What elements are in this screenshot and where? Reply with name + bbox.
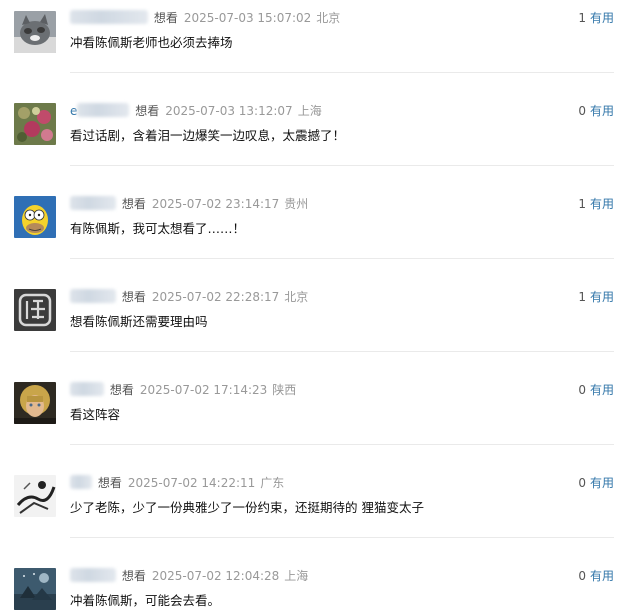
comment-meta: e 想看 2025-07-03 13:12:07 上海 [70, 102, 322, 120]
comment-meta: 想看 2025-07-02 22:28:17 北京 [70, 288, 308, 306]
comment-meta: 想看 2025-07-02 14:22:11 广东 [70, 474, 284, 492]
comment-text: 冲看陈佩斯老师也必须去捧场 [70, 35, 233, 50]
comment-time[interactable]: 2025-07-02 22:28:17 [152, 290, 279, 304]
vote-count: 0 [578, 569, 586, 583]
comment-text: 冲着陈佩斯，可能会去看。 [70, 593, 221, 608]
flowers-avatar-icon[interactable] [14, 103, 56, 145]
comment-text: 看这阵容 [70, 407, 121, 422]
vote-count: 1 [578, 11, 586, 25]
divider [70, 165, 614, 166]
comment-text: 有陈佩斯，我可太想看了……！ [70, 221, 246, 236]
comment-location: 北京 [316, 11, 341, 25]
username-blur [70, 568, 116, 582]
divider [70, 351, 614, 352]
divider [70, 258, 614, 259]
comment-location: 北京 [284, 290, 309, 304]
comment-location: 广东 [260, 476, 285, 490]
cat-avatar-icon[interactable] [14, 11, 56, 53]
vote-area: 0 有用 [578, 381, 614, 399]
useful-button[interactable]: 有用 [590, 476, 614, 490]
night-avatar-icon[interactable] [14, 568, 56, 610]
comment-text: 想看陈佩斯还需要理由吗 [70, 314, 208, 329]
comment-location: 贵州 [284, 197, 309, 211]
divider [70, 72, 614, 73]
comment-location: 上海 [297, 104, 322, 118]
username-blur [70, 289, 116, 303]
portrait-avatar-icon[interactable] [14, 382, 56, 424]
rating-label: 想看 [121, 569, 146, 583]
comment-text: 看过话剧，含着泪一边爆笑一边叹息，太震撼了！ [70, 128, 346, 143]
homer-avatar-icon[interactable] [14, 196, 56, 238]
vote-area: 1 有用 [578, 288, 614, 306]
useful-button[interactable]: 有用 [590, 11, 614, 25]
username-blur [70, 196, 116, 210]
rating-label: 想看 [121, 197, 146, 211]
useful-button[interactable]: 有用 [590, 569, 614, 583]
comment-text: 少了老陈，少了一份典雅少了一份约束，还挺期待的 狸猫变太子 [70, 500, 424, 515]
vote-area: 0 有用 [578, 567, 614, 585]
vote-area: 0 有用 [578, 474, 614, 492]
divider [70, 444, 614, 445]
vote-count: 0 [578, 476, 586, 490]
comment-time[interactable]: 2025-07-02 14:22:11 [128, 476, 255, 490]
useful-button[interactable]: 有用 [590, 197, 614, 211]
comment-meta: 想看 2025-07-02 23:14:17 贵州 [70, 195, 308, 213]
useful-button[interactable]: 有用 [590, 383, 614, 397]
vote-count: 1 [578, 290, 586, 304]
useful-button[interactable]: 有用 [590, 290, 614, 304]
useful-button[interactable]: 有用 [590, 104, 614, 118]
vote-count: 0 [578, 104, 586, 118]
rating-label: 想看 [109, 383, 134, 397]
comment-location: 陕西 [272, 383, 297, 397]
comment-time[interactable]: 2025-07-02 12:04:28 [152, 569, 279, 583]
sketch-avatar-icon[interactable] [14, 475, 56, 517]
rating-label: 想看 [135, 104, 160, 118]
username-blur [70, 10, 148, 24]
divider [70, 537, 614, 538]
comment-time[interactable]: 2025-07-03 15:07:02 [184, 11, 311, 25]
vote-count: 1 [578, 197, 586, 211]
comment-meta: 想看 2025-07-02 12:04:28 上海 [70, 567, 308, 585]
comment-time[interactable]: 2025-07-03 13:12:07 [165, 104, 292, 118]
username[interactable]: e [70, 104, 77, 118]
stamp-avatar-icon[interactable] [14, 289, 56, 331]
username-blur [70, 382, 104, 396]
username-blur [77, 103, 130, 117]
comment-meta: 想看 2025-07-02 17:14:23 陕西 [70, 381, 296, 399]
vote-area: 1 有用 [578, 195, 614, 213]
vote-count: 0 [578, 383, 586, 397]
comment-meta: 想看 2025-07-03 15:07:02 北京 [70, 9, 340, 27]
comment-location: 上海 [284, 569, 309, 583]
comment-time[interactable]: 2025-07-02 17:14:23 [140, 383, 267, 397]
rating-label: 想看 [121, 290, 146, 304]
comment-time[interactable]: 2025-07-02 23:14:17 [152, 197, 279, 211]
username-blur [70, 475, 92, 489]
rating-label: 想看 [153, 11, 178, 25]
rating-label: 想看 [97, 476, 122, 490]
vote-area: 0 有用 [578, 102, 614, 120]
vote-area: 1 有用 [578, 9, 614, 27]
